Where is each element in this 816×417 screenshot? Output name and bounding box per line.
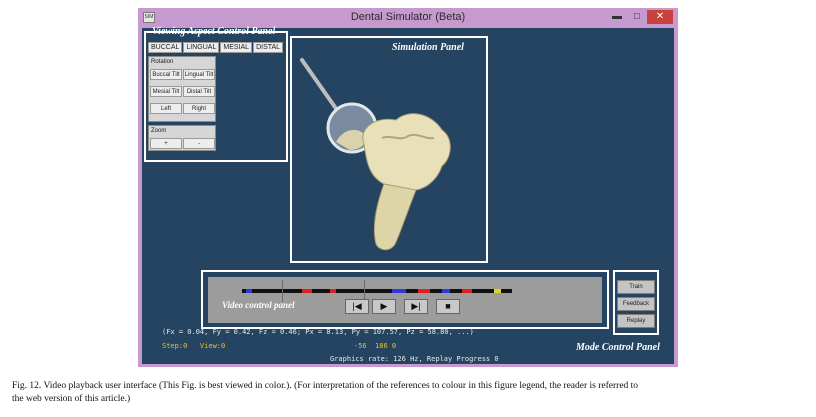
video-panel-title: Video control panel: [222, 300, 295, 310]
tooth-crown: [362, 113, 451, 192]
rotation-group: Rotation Buccal Tilt Lingual Tilt Mesial…: [148, 56, 216, 122]
graphics-rate-readout: Graphics rate: 126 Hz, Replay Progress 0: [330, 355, 499, 363]
rotate-right-button[interactable]: Right: [183, 103, 215, 114]
viewing-panel-title: Viewing Aspect Control Panel: [152, 26, 276, 37]
close-button[interactable]: ✕: [647, 10, 673, 24]
timeline-start-marker[interactable]: [282, 280, 283, 302]
timeline-segment-red: [462, 289, 472, 293]
train-button[interactable]: Train: [617, 280, 655, 294]
stop-button[interactable]: ■: [436, 299, 460, 314]
figure-caption: Fig. 12. Video playback user interface (…: [12, 380, 812, 406]
rotate-left-button[interactable]: Left: [150, 103, 182, 114]
skip-back-button[interactable]: |◀: [345, 299, 369, 314]
tooth-root: [373, 183, 417, 251]
rotation-label: Rotation: [151, 59, 174, 65]
replay-button[interactable]: Replay: [617, 314, 655, 328]
distal-tilt-button[interactable]: Distal Tilt: [183, 86, 215, 97]
minimize-button[interactable]: ▬: [608, 10, 626, 24]
app-window: SIM Dental Simulator (Beta) ▬ □ ✕ Viewin…: [138, 8, 678, 367]
timeline-segment-blue: [246, 289, 252, 293]
mirror-handle: [300, 58, 339, 112]
view-distal-button[interactable]: DISTAL: [253, 42, 284, 53]
caption-line-1: Fig. 12. Video playback user interface (…: [12, 381, 639, 391]
zoom-group: Zoom + -: [148, 125, 216, 151]
zoom-in-button[interactable]: +: [150, 138, 182, 149]
mesial-tilt-button[interactable]: Mesial Tilt: [150, 86, 182, 97]
replay-timeline[interactable]: [242, 280, 512, 302]
video-control-area: Video control panel |◀ ▶ ▶| ■: [208, 277, 602, 323]
lingual-tilt-button[interactable]: Lingual Tilt: [183, 69, 215, 80]
timeline-segment-blue: [392, 289, 406, 293]
title-bar: SIM Dental Simulator (Beta) ▬ □ ✕: [138, 8, 678, 26]
buccal-tilt-button[interactable]: Buccal Tilt: [150, 69, 182, 80]
timeline-segment-red: [418, 289, 430, 293]
step-view-readout: Step:0 View:0: [162, 342, 226, 350]
timeline-segment-red: [302, 289, 312, 293]
timeline-segment-red: [330, 289, 336, 293]
timeline-segment-yellow: [494, 289, 501, 293]
caption-line-2: the web version of this article.): [12, 394, 131, 404]
view-buccal-button[interactable]: BUCCAL: [148, 42, 183, 53]
view-mesial-button[interactable]: MESIAL: [220, 42, 253, 53]
skip-forward-button[interactable]: ▶|: [404, 299, 428, 314]
client-area: Viewing Aspect Control Panel BUCCAL LING…: [142, 26, 674, 364]
view-button-row: BUCCAL LINGUAL MESIAL DISTAL: [148, 42, 284, 53]
play-button[interactable]: ▶: [372, 299, 396, 314]
zoom-out-button[interactable]: -: [183, 138, 215, 149]
mode-panel-title: Mode Control Panel: [576, 342, 660, 353]
maximize-button[interactable]: □: [628, 10, 646, 24]
timeline-segment-blue: [442, 289, 450, 293]
tooth-model-view[interactable]: [292, 38, 486, 261]
video-control-panel: Video control panel |◀ ▶ ▶| ■: [201, 270, 609, 329]
coordinate-readout: -56 186 0: [354, 342, 397, 350]
feedback-button[interactable]: Feedback: [617, 297, 655, 311]
view-lingual-button[interactable]: LINGUAL: [183, 42, 220, 53]
window-title: Dental Simulator (Beta): [350, 11, 466, 23]
simulation-panel: Simulation Panel: [290, 36, 488, 263]
force-position-readout: (Fx = 0.04, Fy = 0.42, Fz = 0.46; Px = 8…: [162, 328, 474, 336]
viewing-aspect-panel: Viewing Aspect Control Panel BUCCAL LING…: [144, 26, 288, 162]
mode-control-panel: Train Feedback Replay: [613, 270, 659, 335]
zoom-label: Zoom: [151, 128, 167, 134]
